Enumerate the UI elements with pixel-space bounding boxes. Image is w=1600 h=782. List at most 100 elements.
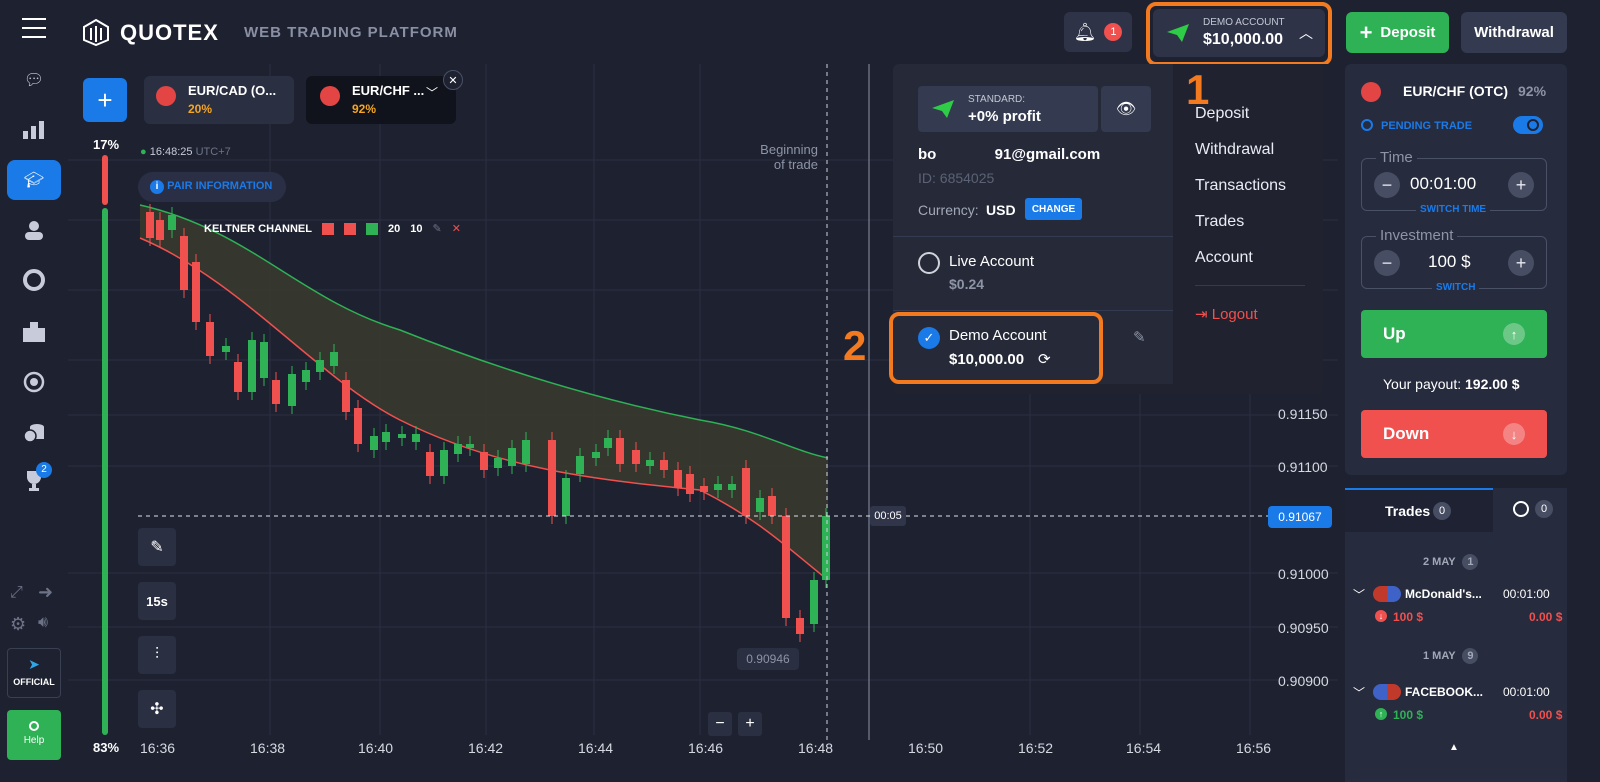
down-button[interactable]: Down ↓ <box>1361 410 1547 458</box>
pending-trade-label: PENDING TRADE <box>1381 120 1473 132</box>
flag-ch-icon <box>1361 82 1381 102</box>
flag-ch-icon <box>320 86 340 106</box>
user-id: ID: 6854025 <box>918 170 995 186</box>
close-tab-icon[interactable]: ✕ <box>443 70 463 90</box>
menu-transactions[interactable]: Transactions <box>1195 177 1286 195</box>
x-tick: 16:36 <box>140 740 176 756</box>
color-swatch[interactable] <box>365 222 378 235</box>
investment-field[interactable]: Investment − 100 $ + SWITCH <box>1361 227 1547 293</box>
current-price: 0.91067 <box>1268 506 1332 528</box>
indicators-icon[interactable]: ✣ <box>138 690 176 728</box>
tab-eur-chf[interactable]: EUR/CHF ... 92% ﹀ <box>306 76 456 124</box>
menu-account[interactable]: Account <box>1195 249 1253 267</box>
x-tick: 16:52 <box>1018 740 1054 756</box>
live-account-label[interactable]: Live Account <box>949 253 1034 270</box>
pct-bottom: 83% <box>93 740 120 755</box>
period-button[interactable]: 15s <box>138 582 176 620</box>
indicator-row: KELTNER CHANNEL 20 10 ✎ ✕ <box>204 222 461 235</box>
switch-time-button[interactable]: SWITCH TIME <box>1416 204 1491 215</box>
trade-row[interactable]: ﹀ FACEBOOK... 00:01:00 ↑ 100 $ 0.00 $ <box>1353 682 1563 728</box>
keltner-band <box>140 205 828 580</box>
tab-trades[interactable]: Trades 0 <box>1345 488 1493 532</box>
low-price-label: 0.90946 <box>737 648 799 670</box>
investment-plus-button[interactable]: + <box>1508 250 1534 276</box>
history-clock-icon <box>1513 501 1529 517</box>
color-swatch[interactable] <box>343 222 356 235</box>
x-tick: 16:56 <box>1236 740 1272 756</box>
logout-button[interactable]: ⇥ Logout <box>1195 305 1258 323</box>
live-time: ● 16:48:25 UTC+7 <box>140 146 231 158</box>
investment-minus-button[interactable]: − <box>1374 250 1400 276</box>
demo-account-radio[interactable]: ✓ <box>918 327 940 349</box>
pending-toggle[interactable] <box>1513 116 1543 134</box>
x-tick: 16:44 <box>578 740 614 756</box>
panel-pair[interactable]: EUR/CHF (OTC) <box>1403 83 1508 99</box>
chevron-down-icon[interactable]: ﹀ <box>1353 684 1365 701</box>
date-header: 1 MAY 9 <box>1423 648 1479 664</box>
close-icon[interactable]: ✕ <box>452 222 461 235</box>
draw-tool-button[interactable]: ✎ <box>138 528 176 566</box>
investment-value: 100 $ <box>1428 252 1471 271</box>
time-minus-button[interactable]: − <box>1374 172 1400 198</box>
tab-eur-cad[interactable]: EUR/CAD (O... 20% <box>144 76 294 124</box>
refresh-icon[interactable]: ⟳ <box>1038 350 1051 368</box>
panel-pct: 92% <box>1518 83 1547 99</box>
arrow-up-icon: ↑ <box>1375 708 1387 720</box>
account-info-panel: STANDARD: +0% profit 👁︎ bo 91@gmail.com … <box>889 64 1173 384</box>
x-tick: 16:50 <box>908 740 944 756</box>
demo-highlight <box>889 312 1103 384</box>
y-tick: 0.90900 <box>1278 673 1329 689</box>
x-tick: 16:48 <box>798 740 834 756</box>
logout-icon: ⇥ <box>1195 306 1208 323</box>
currency-label: Currency: <box>918 202 979 218</box>
info-icon: i <box>150 180 164 194</box>
chevron-down-icon[interactable]: ﹀ <box>1353 586 1365 603</box>
time-plus-button[interactable]: + <box>1508 172 1534 198</box>
time-field[interactable]: Time − 00:01:00 + SWITCH TIME <box>1361 149 1547 215</box>
x-tick: 16:46 <box>688 740 724 756</box>
scroll-up-icon[interactable]: ▲ <box>1449 742 1459 753</box>
edit-icon[interactable]: ✎ <box>1133 328 1146 346</box>
trade-panel: EUR/CHF (OTC) 92% PENDING TRADE Time − 0… <box>1345 64 1567 475</box>
demo-account-balance: $10,000.00 <box>949 351 1025 368</box>
live-account-radio[interactable] <box>918 252 940 274</box>
time-value: 00:01:00 <box>1410 174 1477 193</box>
zoom-in-button[interactable]: + <box>738 712 762 736</box>
demo-account-label[interactable]: Demo Account <box>949 327 1047 344</box>
flag-us-icon <box>1373 684 1401 700</box>
trade-row[interactable]: ﹀ McDonald's... 00:01:00 ↓ 100 $ 0.00 $ <box>1353 584 1563 630</box>
live-account-balance: $0.24 <box>949 276 985 292</box>
x-tick: 16:40 <box>358 740 394 756</box>
eye-icon[interactable]: 👁︎ <box>1101 86 1151 132</box>
add-asset-button[interactable]: + <box>83 78 127 122</box>
paper-plane-icon <box>932 100 954 118</box>
account-type-card: STANDARD: +0% profit <box>918 86 1098 132</box>
change-currency-button[interactable]: CHANGE <box>1025 198 1082 220</box>
candles-icon[interactable]: ⫶ <box>138 636 176 674</box>
beginning-of-trade: Beginning of trade <box>760 142 818 172</box>
chevron-down-icon[interactable]: ﹀ <box>426 84 438 101</box>
pair-info-button[interactable]: i PAIR INFORMATION <box>138 172 286 202</box>
step-1-label: 1 <box>1186 66 1210 113</box>
menu-withdrawal[interactable]: Withdrawal <box>1195 141 1274 159</box>
y-tick: 0.91150 <box>1278 406 1328 422</box>
zoom-out-button[interactable]: − <box>708 712 732 736</box>
flag-ca-icon <box>156 86 176 106</box>
currency-value: USD <box>986 202 1016 218</box>
date-header: 2 MAY 1 <box>1423 554 1479 570</box>
arrow-up-icon: ↑ <box>1503 323 1525 345</box>
switch-button[interactable]: SWITCH <box>1432 282 1480 293</box>
menu-trades[interactable]: Trades <box>1195 213 1244 231</box>
y-tick: 0.90950 <box>1278 620 1329 636</box>
user-email: bo 91@gmail.com <box>918 146 1101 163</box>
trades-panel: Trades 0 0 2 MAY 1 ﹀ McDonald's... 00:01… <box>1345 488 1567 782</box>
y-tick: 0.91100 <box>1278 459 1328 475</box>
up-button[interactable]: Up ↑ <box>1361 310 1547 358</box>
tab-history[interactable]: 0 <box>1493 488 1567 532</box>
indicator-name: KELTNER CHANNEL <box>204 222 312 235</box>
x-tick: 16:54 <box>1126 740 1162 756</box>
edit-icon[interactable]: ✎ <box>432 222 441 235</box>
flag-us-icon <box>1373 586 1401 602</box>
trades-count: 0 <box>1433 502 1451 520</box>
color-swatch[interactable] <box>321 222 334 235</box>
